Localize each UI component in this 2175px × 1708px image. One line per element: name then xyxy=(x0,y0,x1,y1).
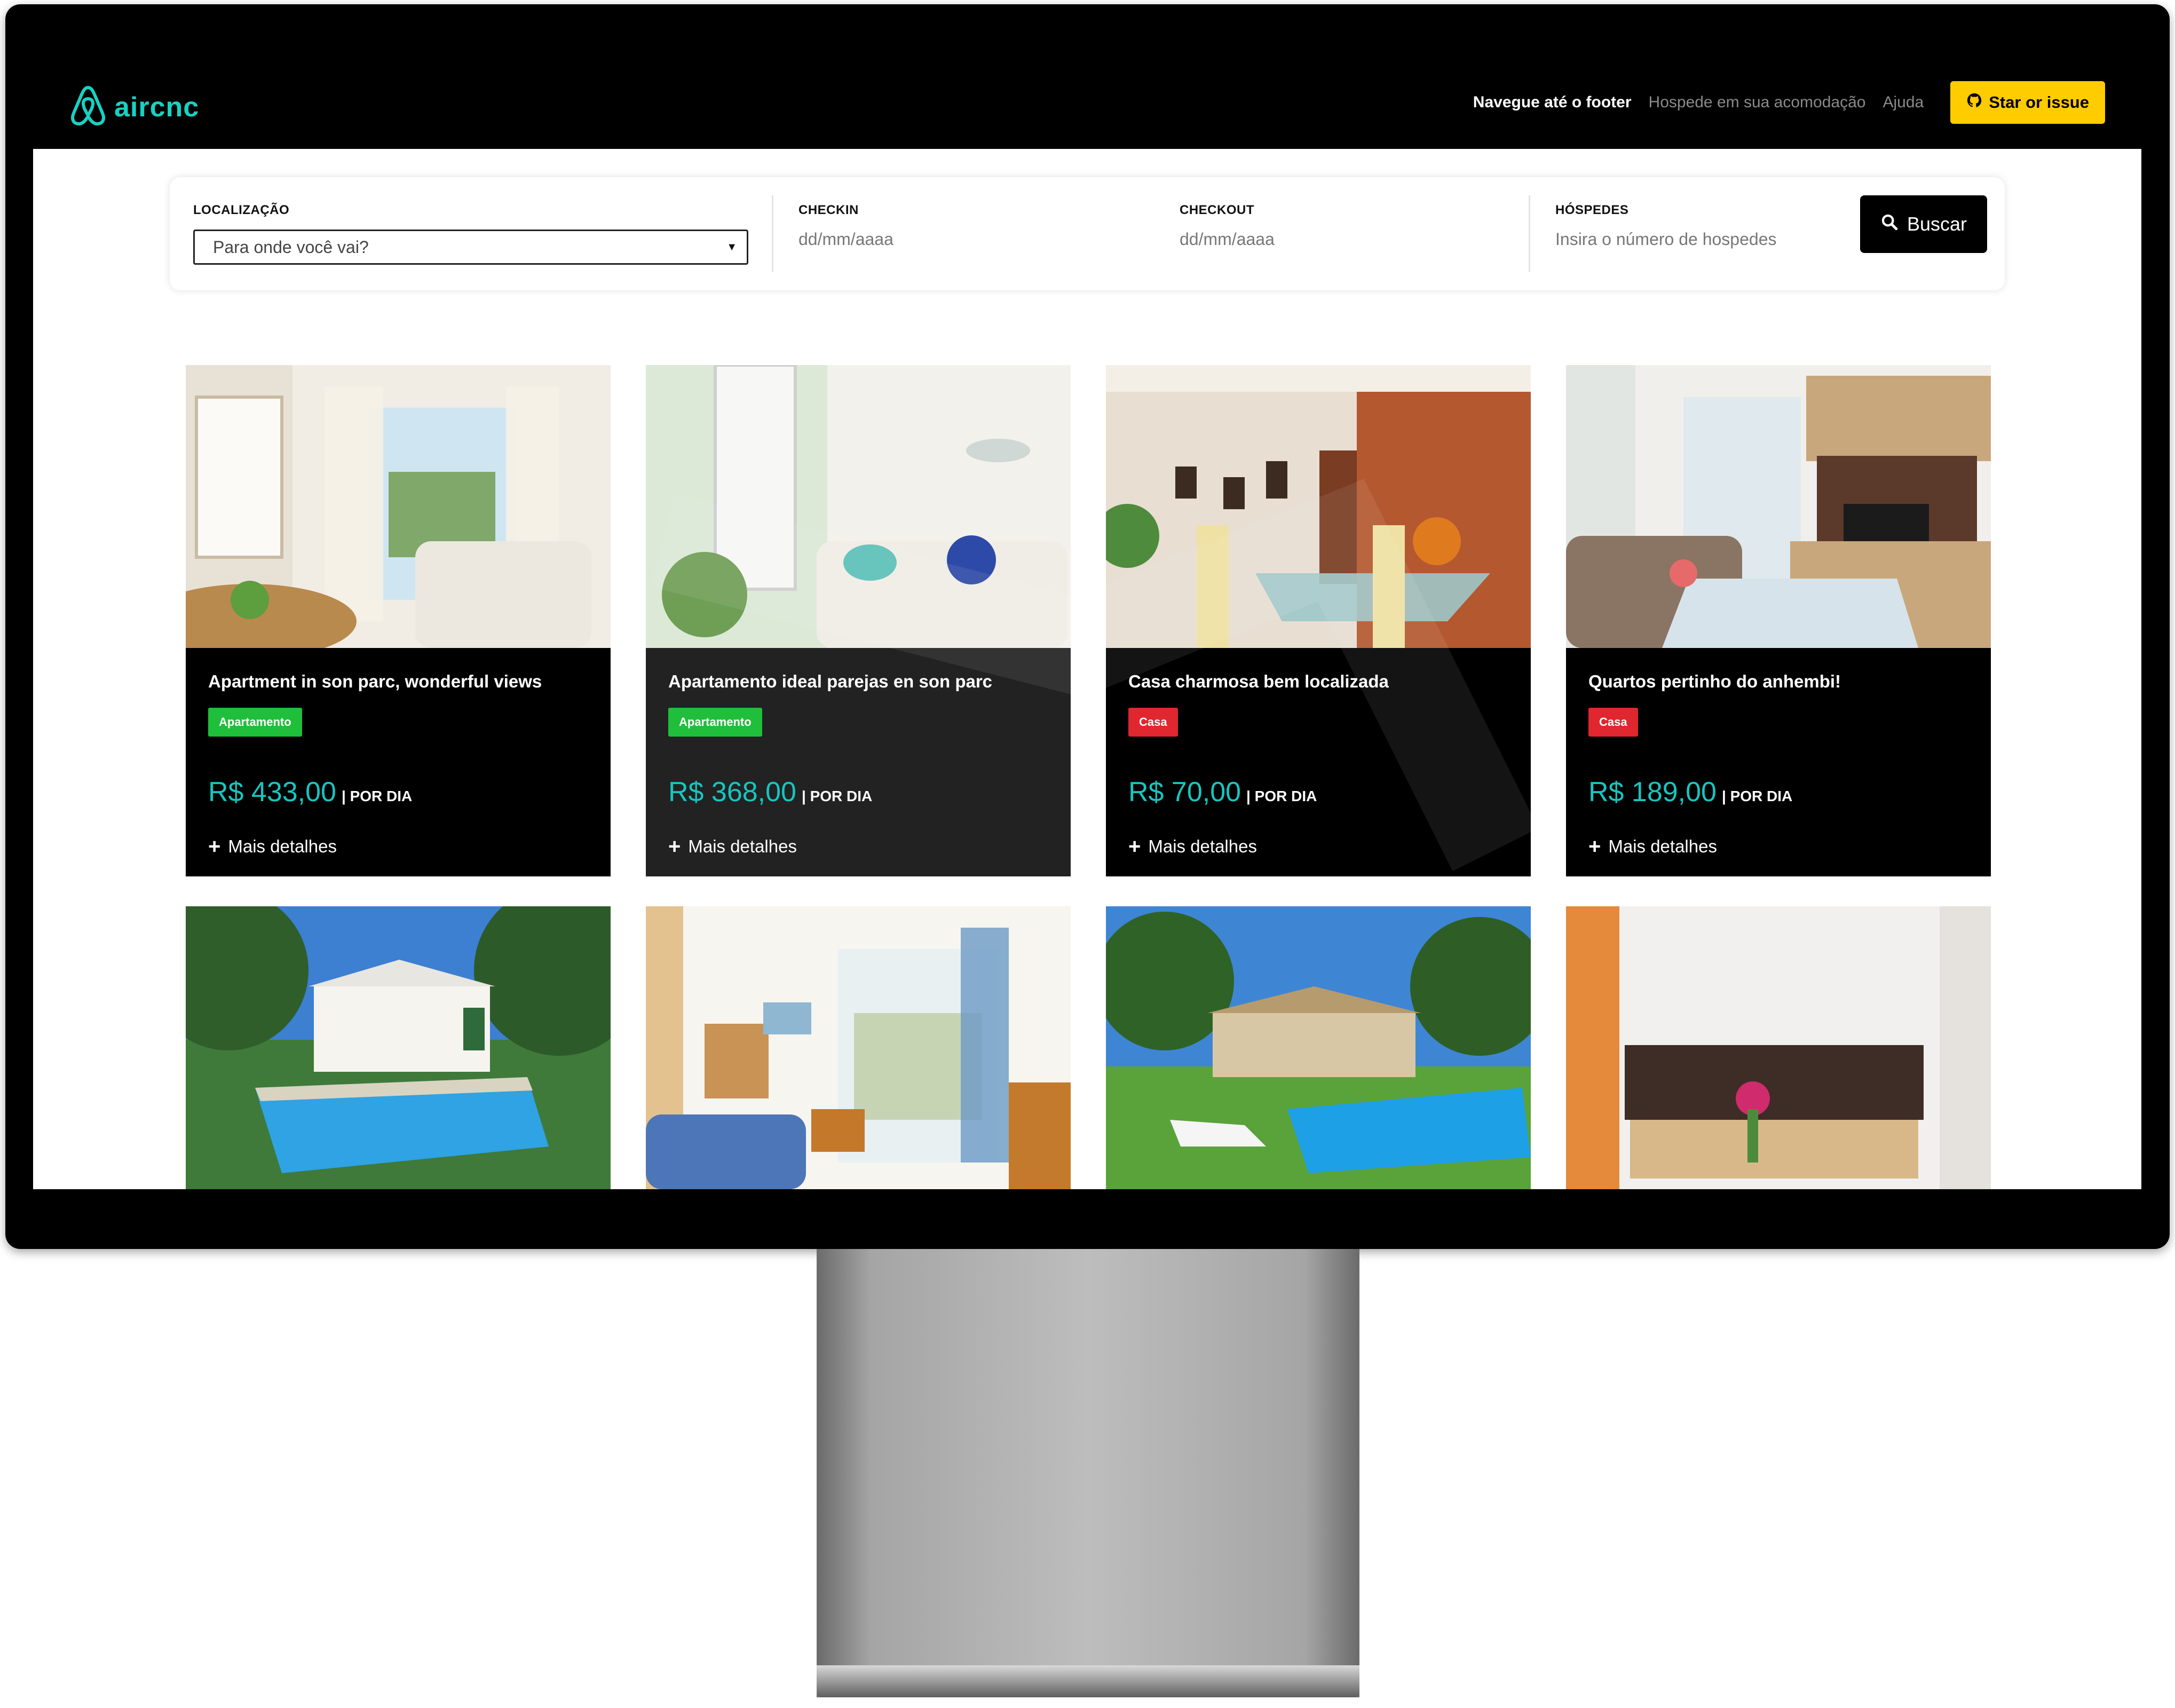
plus-icon: + xyxy=(1128,835,1141,858)
listing-type-badge: Apartamento xyxy=(208,708,302,737)
listing-title: Quartos pertinho do anhembi! xyxy=(1588,671,1841,691)
listing-type-badge: Apartamento xyxy=(668,708,762,737)
listing-info: Apartment in son parc, wonderful views A… xyxy=(186,648,611,876)
nav-help-link[interactable]: Ajuda xyxy=(1883,93,1924,112)
listing-title: Casa charmosa bem localizada xyxy=(1128,671,1389,691)
more-details-label: Mais detalhes xyxy=(1608,836,1717,856)
location-label: LOCALIZAÇÃO xyxy=(193,203,290,217)
brand-name: aircnc xyxy=(114,91,200,123)
monitor-stand-base xyxy=(817,1665,1359,1697)
more-details-link[interactable]: + Mais detalhes xyxy=(208,836,337,857)
listing-info: Apartamento ideal parejas en son parc Ap… xyxy=(646,648,1071,876)
listing-photo xyxy=(186,365,611,648)
listing-info: Quartos pertinho do anhembi! Casa R$ 189… xyxy=(1566,648,1991,876)
listing-card[interactable]: Apartment in son parc, wonderful views A… xyxy=(186,365,611,876)
listing-card[interactable] xyxy=(1106,906,1531,1189)
more-details-label: Mais detalhes xyxy=(228,836,337,856)
listing-card[interactable] xyxy=(186,906,611,1189)
listing-photo xyxy=(646,365,1071,648)
listing-price: R$ 189,00 | POR DIA xyxy=(1588,776,1792,808)
listing-price: R$ 70,00 | POR DIA xyxy=(1128,776,1317,808)
checkin-input[interactable]: dd/mm/aaaa xyxy=(798,230,893,249)
listing-card[interactable] xyxy=(1566,906,1991,1189)
location-field: LOCALIZAÇÃO Para onde você vai? ▼ xyxy=(193,203,748,265)
listing-info: Casa charmosa bem localizada Casa R$ 70,… xyxy=(1106,648,1531,876)
more-details-label: Mais detalhes xyxy=(688,836,797,856)
listing-card[interactable]: Casa charmosa bem localizada Casa R$ 70,… xyxy=(1106,365,1531,876)
listing-photo xyxy=(1566,365,1991,648)
more-details-link[interactable]: + Mais detalhes xyxy=(668,836,797,857)
listing-price: R$ 433,00 | POR DIA xyxy=(208,776,412,808)
divider xyxy=(1529,195,1530,272)
listing-card[interactable] xyxy=(646,906,1071,1189)
star-button-label: Star or issue xyxy=(1989,93,2089,112)
browser-viewport: aircnc Navegue até o footer Hospede em s… xyxy=(33,60,2141,1189)
price-value: R$ 433,00 xyxy=(208,777,336,808)
more-details-label: Mais detalhes xyxy=(1148,836,1257,856)
more-details-link[interactable]: + Mais detalhes xyxy=(1588,836,1717,857)
price-unit: | POR DIA xyxy=(801,788,873,804)
listing-title: Apartamento ideal parejas en son parc xyxy=(668,671,993,691)
nav-host-link[interactable]: Hospede em sua acomodação xyxy=(1649,93,1866,112)
listing-photo xyxy=(1106,906,1531,1189)
plus-icon: + xyxy=(668,835,681,858)
github-icon xyxy=(1966,92,1982,113)
location-select[interactable]: Para onde você vai? ▼ xyxy=(193,230,748,265)
price-unit: | POR DIA xyxy=(1246,788,1317,804)
site-header: aircnc Navegue até o footer Hospede em s… xyxy=(33,60,2141,149)
monitor-stand xyxy=(817,1249,1359,1697)
star-or-issue-button[interactable]: Star or issue xyxy=(1950,81,2105,124)
listing-photo xyxy=(186,906,611,1189)
plus-icon: + xyxy=(1588,835,1601,858)
nav-footer-link[interactable]: Navegue até o footer xyxy=(1473,93,1632,112)
guests-label: HÓSPEDES xyxy=(1555,203,1629,217)
airbnb-logo-icon xyxy=(69,84,107,130)
guests-input[interactable]: Insira o número de hospedes xyxy=(1555,230,1776,249)
search-bar: LOCALIZAÇÃO Para onde você vai? ▼ CHECKI… xyxy=(170,177,2005,290)
listing-photo xyxy=(1566,906,1991,1189)
divider xyxy=(772,195,773,272)
checkout-input[interactable]: dd/mm/aaaa xyxy=(1180,230,1275,249)
price-unit: | POR DIA xyxy=(1721,788,1793,804)
checkout-field[interactable]: CHECKOUT dd/mm/aaaa xyxy=(1180,203,1275,249)
listing-photo xyxy=(1106,365,1531,648)
brand-logo[interactable]: aircnc xyxy=(69,84,199,130)
listing-card[interactable]: Apartamento ideal parejas en son parc Ap… xyxy=(646,365,1071,876)
checkout-label: CHECKOUT xyxy=(1180,203,1254,217)
price-value: R$ 368,00 xyxy=(668,777,796,808)
more-details-link[interactable]: + Mais detalhes xyxy=(1128,836,1257,857)
location-value: Para onde você vai? xyxy=(213,237,369,257)
search-icon xyxy=(1880,213,1899,236)
search-button[interactable]: Buscar xyxy=(1860,195,1987,253)
price-value: R$ 189,00 xyxy=(1588,777,1717,808)
top-nav: Navegue até o footer Hospede em sua acom… xyxy=(1473,81,2105,124)
price-value: R$ 70,00 xyxy=(1128,777,1241,808)
listing-price: R$ 368,00 | POR DIA xyxy=(668,776,872,808)
guests-field[interactable]: HÓSPEDES Insira o número de hospedes xyxy=(1555,203,1776,249)
select-arrow-icon: ▼ xyxy=(726,241,737,253)
listing-type-badge: Casa xyxy=(1588,708,1638,737)
listing-title: Apartment in son parc, wonderful views xyxy=(208,671,542,691)
plus-icon: + xyxy=(208,835,221,858)
checkin-field[interactable]: CHECKIN dd/mm/aaaa xyxy=(798,203,893,249)
listing-type-badge: Casa xyxy=(1128,708,1178,737)
price-unit: | POR DIA xyxy=(341,788,413,804)
search-button-label: Buscar xyxy=(1907,213,1967,235)
listing-photo xyxy=(646,906,1071,1189)
checkin-label: CHECKIN xyxy=(798,203,859,217)
listing-card[interactable]: Quartos pertinho do anhembi! Casa R$ 189… xyxy=(1566,365,1991,876)
